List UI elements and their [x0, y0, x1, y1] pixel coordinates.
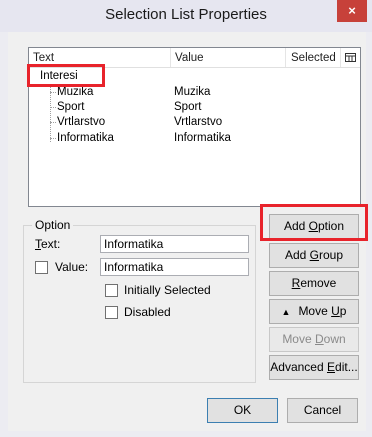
- item-value: Sport: [174, 101, 202, 113]
- annotation-highlight-add-option: [260, 204, 368, 241]
- arrow-up-icon: ▲: [281, 307, 291, 317]
- remove-button[interactable]: Remove: [269, 271, 359, 296]
- move-down-button[interactable]: Move Down: [269, 327, 359, 352]
- option-text-input[interactable]: Informatika: [100, 235, 249, 253]
- annotation-highlight-group: [27, 64, 105, 87]
- disabled-checkbox[interactable]: [105, 306, 118, 319]
- close-button[interactable]: ×: [337, 0, 367, 22]
- column-chooser-icon[interactable]: [345, 52, 357, 64]
- column-divider[interactable]: [285, 48, 286, 67]
- window-frame-left: [0, 32, 8, 437]
- cancel-button[interactable]: Cancel: [287, 398, 358, 423]
- item-text: Vrtlarstvo: [57, 116, 106, 128]
- column-header-selected[interactable]: Selected: [291, 52, 336, 64]
- list-item[interactable]: Muzika Muzika: [29, 85, 360, 100]
- disabled-label: Disabled: [124, 305, 171, 319]
- option-value-input[interactable]: Informatika: [100, 258, 249, 276]
- value-checkbox[interactable]: [35, 261, 48, 274]
- column-divider[interactable]: [170, 48, 171, 67]
- move-up-button[interactable]: ▲ Move Up: [269, 299, 359, 324]
- item-text: Informatika: [57, 132, 114, 144]
- add-group-button[interactable]: Add Group: [269, 243, 359, 268]
- column-divider[interactable]: [340, 48, 341, 67]
- item-text: Muzika: [57, 86, 94, 98]
- column-header-text[interactable]: Text: [33, 52, 54, 64]
- initially-selected-label: Initially Selected: [124, 283, 211, 297]
- list-item[interactable]: Vrtlarstvo Vrtlarstvo: [29, 115, 360, 130]
- advanced-edit-button[interactable]: Advanced Edit...: [269, 355, 359, 380]
- option-groupbox: Option Text: Informatika Value: Informat…: [23, 218, 256, 383]
- item-text: Sport: [57, 101, 85, 113]
- item-value: Informatika: [174, 132, 231, 144]
- item-value: Vrtlarstvo: [174, 116, 223, 128]
- value-field-label: Value:: [55, 260, 89, 274]
- ok-button[interactable]: OK: [207, 398, 278, 423]
- list-item[interactable]: Informatika Informatika: [29, 131, 360, 146]
- window-frame-bottom: [0, 431, 372, 437]
- title-bar[interactable]: Selection List Properties ×: [0, 0, 372, 32]
- option-legend: Option: [32, 218, 74, 232]
- initially-selected-checkbox[interactable]: [105, 284, 118, 297]
- window-title: Selection List Properties: [105, 6, 267, 23]
- item-value: Muzika: [174, 86, 211, 98]
- column-header-value[interactable]: Value: [175, 52, 204, 64]
- text-field-label: Text:: [35, 237, 61, 251]
- list-item[interactable]: Sport Sport: [29, 100, 360, 115]
